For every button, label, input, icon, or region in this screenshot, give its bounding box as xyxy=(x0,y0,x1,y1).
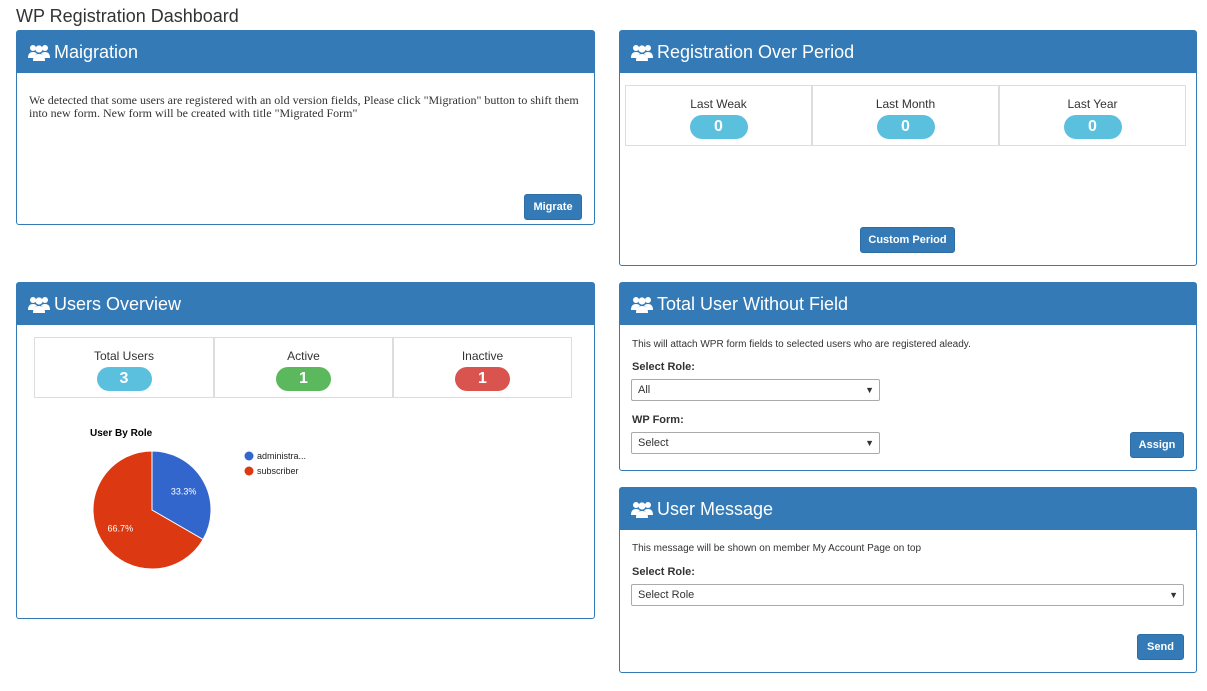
stat-badge: 1 xyxy=(455,367,510,391)
migration-panel-heading: Maigration xyxy=(17,31,594,73)
page-title: WP Registration Dashboard xyxy=(16,6,239,26)
users-overview-panel: Users Overview Total Users 3 Active 1 In… xyxy=(16,282,595,619)
user-message-description: This message will be shown on member My … xyxy=(632,543,922,554)
stat-label: Last Month xyxy=(875,97,936,111)
stat-last-year: Last Year 0 xyxy=(999,85,1186,146)
assign-button[interactable]: Assign xyxy=(1130,432,1184,458)
users-icon xyxy=(631,502,653,518)
select-role-value: All xyxy=(638,384,651,396)
stat-label: Total Users xyxy=(93,349,155,363)
users-icon xyxy=(631,45,653,61)
message-role-dropdown[interactable]: Select Role ▼ xyxy=(631,584,1184,606)
users-icon xyxy=(28,45,50,61)
user-message-heading: User Message xyxy=(620,488,1196,530)
user-message-panel: User Message This message will be shown … xyxy=(619,487,1197,673)
wp-form-label: WP Form: xyxy=(632,414,684,426)
without-field-heading: Total User Without Field xyxy=(620,283,1196,325)
select-role-label: Select Role: xyxy=(632,361,695,373)
stat-active: Active 1 xyxy=(214,337,393,398)
users-stats: Total Users 3 Active 1 Inactive 1 xyxy=(34,337,572,398)
stat-last-month: Last Month 0 xyxy=(812,85,999,146)
registration-panel-heading: Registration Over Period xyxy=(620,31,1196,73)
stat-label: Active xyxy=(287,349,320,363)
select-role-dropdown[interactable]: All ▼ xyxy=(631,379,880,401)
migration-panel: Maigration We detected that some users a… xyxy=(16,30,595,225)
select-role-label: Select Role: xyxy=(632,566,695,578)
panel-title: User Message xyxy=(657,498,774,519)
stat-badge: 0 xyxy=(1063,115,1122,139)
slice-label: 66.7% xyxy=(108,523,134,533)
without-field-description: This will attach WPR form fields to sele… xyxy=(632,339,971,350)
stat-badge: 3 xyxy=(96,367,152,391)
send-button[interactable]: Send xyxy=(1137,634,1184,660)
users-icon xyxy=(631,297,653,313)
stat-last-week: Last Weak 0 xyxy=(625,85,812,146)
registration-stats: Last Weak 0 Last Month 0 Last Year 0 xyxy=(625,85,1187,146)
stat-label: Last Weak xyxy=(690,97,747,111)
message-role-value: Select Role xyxy=(638,589,695,601)
user-by-role-chart: User By Role 33.3% 66.7% administra... subsc… xyxy=(90,428,306,570)
users-overview-heading: Users Overview xyxy=(17,283,594,325)
without-field-panel: Total User Without Field This will attac… xyxy=(619,282,1197,471)
stat-badge: 0 xyxy=(876,115,935,139)
panel-title: Registration Over Period xyxy=(657,41,855,62)
stat-total-users: Total Users 3 xyxy=(34,337,214,398)
legend-marker xyxy=(244,451,254,461)
users-icon xyxy=(28,297,50,313)
stat-inactive: Inactive 1 xyxy=(393,337,572,398)
wp-form-value: Select xyxy=(638,437,669,449)
chart-title: User By Role xyxy=(90,428,153,439)
stat-label: Last Year xyxy=(1067,97,1118,111)
registration-panel: Registration Over Period Last Weak 0 Las… xyxy=(619,30,1197,266)
migration-message: We detected that some users are register… xyxy=(29,93,579,120)
chevron-down-icon: ▼ xyxy=(1169,590,1178,600)
wp-form-dropdown[interactable]: Select ▼ xyxy=(631,432,880,454)
chevron-down-icon: ▼ xyxy=(865,438,874,448)
stat-badge: 1 xyxy=(276,367,331,391)
migrate-button[interactable]: Migrate xyxy=(524,194,582,220)
panel-title: Users Overview xyxy=(54,293,182,314)
legend-label[interactable]: subscriber xyxy=(257,466,299,476)
stat-badge: 0 xyxy=(689,115,748,139)
legend-marker xyxy=(244,466,254,476)
custom-period-button[interactable]: Custom Period xyxy=(860,227,955,253)
stat-label: Inactive xyxy=(461,349,504,363)
panel-title: Maigration xyxy=(54,41,139,62)
slice-label: 33.3% xyxy=(171,487,197,497)
legend-label[interactable]: administra... xyxy=(257,451,306,461)
chevron-down-icon: ▼ xyxy=(865,385,874,395)
panel-title: Total User Without Field xyxy=(657,293,849,314)
